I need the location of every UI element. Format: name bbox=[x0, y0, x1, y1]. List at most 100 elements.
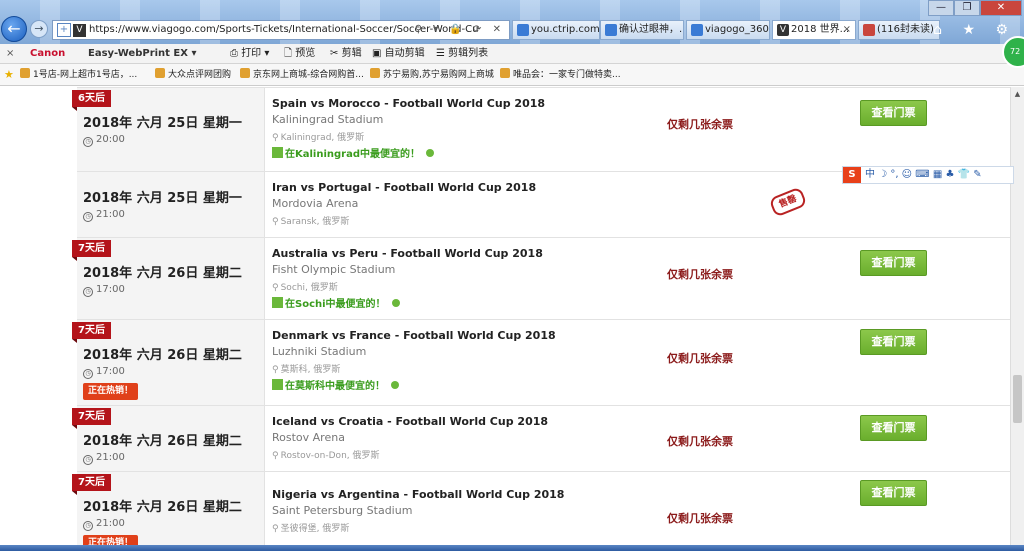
event-date: 2018年 六月 26日 星期二 bbox=[83, 266, 242, 281]
favorites-star-icon[interactable]: ★ bbox=[4, 64, 14, 86]
cheapest-note: 在Kaliningrad中最便宜的！ bbox=[272, 145, 435, 160]
event-date: 2018年 六月 26日 星期二 bbox=[83, 348, 242, 363]
easy-webprint-menu[interactable]: Easy-WebPrint EX ▾ bbox=[88, 44, 197, 63]
scroll-up-arrow-icon[interactable]: ▲ bbox=[1011, 87, 1024, 101]
match-title[interactable]: Denmark vs France - Football World Cup 2… bbox=[272, 329, 556, 342]
info-icon[interactable] bbox=[391, 381, 399, 389]
printer-icon: ⎙ bbox=[230, 48, 238, 59]
favorite-item-2[interactable]: 大众点评网团购 bbox=[155, 64, 231, 86]
site-icon bbox=[20, 68, 30, 78]
preview-label: 预览 bbox=[295, 48, 316, 59]
browser-title-bar: ← → + Vhttps://www.viagogo.com/Sports-Tic… bbox=[0, 0, 1024, 44]
browser-tab-5[interactable]: (116封未读) bbox=[858, 20, 940, 40]
favorite-item-4[interactable]: 苏宁易购,苏宁易购网上商城 bbox=[370, 64, 494, 86]
tab-label: 确认过眼神，... bbox=[619, 24, 684, 35]
map-pin-icon: ⚲ bbox=[272, 524, 279, 534]
favorite-item-3[interactable]: 京东网上商城-综合网购首... bbox=[240, 64, 364, 86]
preview-button[interactable]: 🗋 预览 bbox=[284, 44, 315, 63]
close-toolbar-button[interactable]: × bbox=[6, 44, 14, 63]
clip-button[interactable]: ✂ 剪辑 bbox=[330, 44, 362, 63]
event-time: ◷ 21:00 bbox=[83, 209, 125, 222]
match-title[interactable]: Spain vs Morocco - Football World Cup 20… bbox=[272, 97, 545, 110]
time-text: 17:00 bbox=[96, 366, 125, 377]
forward-button[interactable]: → bbox=[30, 20, 48, 38]
browser-tab-3[interactable]: viagogo_360... bbox=[686, 20, 770, 40]
maximize-button[interactable]: ❐ bbox=[954, 0, 980, 16]
venue-name: Fisht Olympic Stadium bbox=[272, 263, 396, 276]
tab-favicon-icon: V bbox=[777, 24, 789, 36]
site-icon bbox=[155, 68, 165, 78]
auto-clip-icon: ▣ bbox=[372, 48, 382, 59]
match-title[interactable]: Australia vs Peru - Football World Cup 2… bbox=[272, 247, 543, 260]
scrollbar-thumb[interactable] bbox=[1013, 375, 1022, 423]
favorite-label: 大众点评网团购 bbox=[168, 70, 232, 80]
close-tab-icon[interactable]: × bbox=[843, 21, 851, 39]
site-favicon-icon: V bbox=[73, 24, 86, 37]
product-name: Easy-WebPrint EX bbox=[88, 48, 188, 59]
auto-clip-label: 自动剪辑 bbox=[384, 48, 425, 59]
map-pin-icon: ⚲ bbox=[272, 283, 279, 293]
location-text: Rostov-on-Don, 俄罗斯 bbox=[280, 451, 380, 461]
match-title[interactable]: Iran vs Portugal - Football World Cup 20… bbox=[272, 181, 536, 194]
event-location: ⚲ Sochi, 俄罗斯 bbox=[272, 280, 338, 293]
home-favorites-settings-icons[interactable]: ⌂ ★ ⚙ bbox=[933, 22, 1016, 38]
input-method-toolbar[interactable]: S 中 ☽ °, ☺ ⌨ ▦ ♣ 👕 ✎ bbox=[842, 166, 1014, 184]
event-date: 2018年 六月 26日 星期二 bbox=[83, 434, 242, 449]
days-until-badge: 6天后 bbox=[72, 90, 111, 111]
time-text: 21:00 bbox=[96, 209, 125, 220]
venue-name: Kaliningrad Stadium bbox=[272, 113, 384, 126]
favorite-item-5[interactable]: 唯品会：一家专门做特卖... bbox=[500, 64, 621, 86]
clip-label: 剪辑 bbox=[341, 48, 362, 59]
location-text: 莫斯科, 俄罗斯 bbox=[280, 365, 341, 375]
print-label: 打印 bbox=[241, 48, 262, 59]
view-tickets-button[interactable]: 查看门票 bbox=[860, 329, 927, 355]
view-tickets-button[interactable]: 查看门票 bbox=[860, 250, 927, 276]
favorite-item-1[interactable]: 1号店-网上超市1号店，... bbox=[20, 64, 137, 86]
clock-icon: ◷ bbox=[83, 212, 93, 222]
ime-icons[interactable]: 中 ☽ °, ☺ ⌨ ▦ ♣ 👕 ✎ bbox=[865, 169, 982, 180]
few-tickets-left: 仅剩几张余票 bbox=[667, 352, 733, 365]
location-text: Sochi, 俄罗斯 bbox=[280, 283, 338, 293]
event-date: 2018年 六月 25日 星期一 bbox=[83, 191, 242, 206]
minimize-button[interactable]: — bbox=[928, 0, 954, 16]
event-date: 2018年 六月 25日 星期一 bbox=[83, 116, 242, 131]
list-icon: ☰ bbox=[436, 48, 445, 59]
tab-favicon-icon bbox=[517, 24, 529, 36]
match-title[interactable]: Iceland vs Croatia - Football World Cup … bbox=[272, 415, 548, 428]
print-button[interactable]: ⎙ 打印 ▾ bbox=[230, 44, 269, 63]
view-tickets-button[interactable]: 查看门票 bbox=[860, 480, 927, 506]
cheapest-note: 在Sochi中最便宜的！ bbox=[272, 295, 400, 310]
clock-icon: ◷ bbox=[83, 369, 93, 379]
close-window-button[interactable]: ✕ bbox=[980, 0, 1022, 16]
clock-icon: ◷ bbox=[83, 521, 93, 531]
vertical-scrollbar[interactable]: ▲ bbox=[1010, 87, 1024, 551]
browser-tab-1[interactable]: you.ctrip.com bbox=[512, 20, 600, 40]
clip-list-button[interactable]: ☰ 剪辑列表 bbox=[436, 44, 488, 63]
match-title[interactable]: Nigeria vs Argentina - Football World Cu… bbox=[272, 488, 564, 501]
location-text: 圣彼得堡, 俄罗斯 bbox=[280, 524, 350, 534]
page-icon: + bbox=[57, 23, 71, 37]
few-tickets-left: 仅剩几张余票 bbox=[667, 435, 733, 448]
browser-tab-2[interactable]: 确认过眼神，... bbox=[600, 20, 684, 40]
venue-name: Mordovia Arena bbox=[272, 197, 359, 210]
days-until-badge: 7天后 bbox=[72, 474, 111, 495]
address-bar[interactable]: + Vhttps://www.viagogo.com/Sports-Tickets… bbox=[52, 20, 510, 40]
view-tickets-button[interactable]: 查看门票 bbox=[860, 415, 927, 441]
location-text: Saransk, 俄罗斯 bbox=[280, 217, 350, 227]
event-time: ◷ 21:00 bbox=[83, 518, 125, 531]
back-button[interactable]: ← bbox=[1, 16, 27, 42]
sogou-logo-icon: S bbox=[843, 167, 861, 183]
event-row: 7天后 2018年 六月 26日 星期二 ◷ 17:00 Australia vs Pe… bbox=[72, 237, 1010, 319]
event-location: ⚲ Rostov-on-Don, 俄罗斯 bbox=[272, 448, 380, 461]
event-time: ◷ 17:00 bbox=[83, 366, 125, 379]
info-icon[interactable] bbox=[426, 149, 435, 157]
auto-clip-button[interactable]: ▣ 自动剪辑 bbox=[372, 44, 425, 63]
venue-name: Saint Petersburg Stadium bbox=[272, 504, 413, 517]
view-tickets-button[interactable]: 查看门票 bbox=[860, 100, 927, 126]
few-tickets-left: 仅剩几张余票 bbox=[667, 118, 733, 131]
event-row: 7天后 2018年 六月 26日 星期二 ◷ 17:00 正在热销！ Denmark vs… bbox=[72, 319, 1010, 405]
address-controls[interactable]: ⚲ ▾ 🔒 ⟳ ✕ bbox=[415, 21, 505, 39]
browser-tab-4[interactable]: V 2018 世界... × bbox=[772, 20, 856, 40]
info-icon[interactable] bbox=[391, 299, 400, 307]
time-text: 20:00 bbox=[96, 134, 125, 145]
